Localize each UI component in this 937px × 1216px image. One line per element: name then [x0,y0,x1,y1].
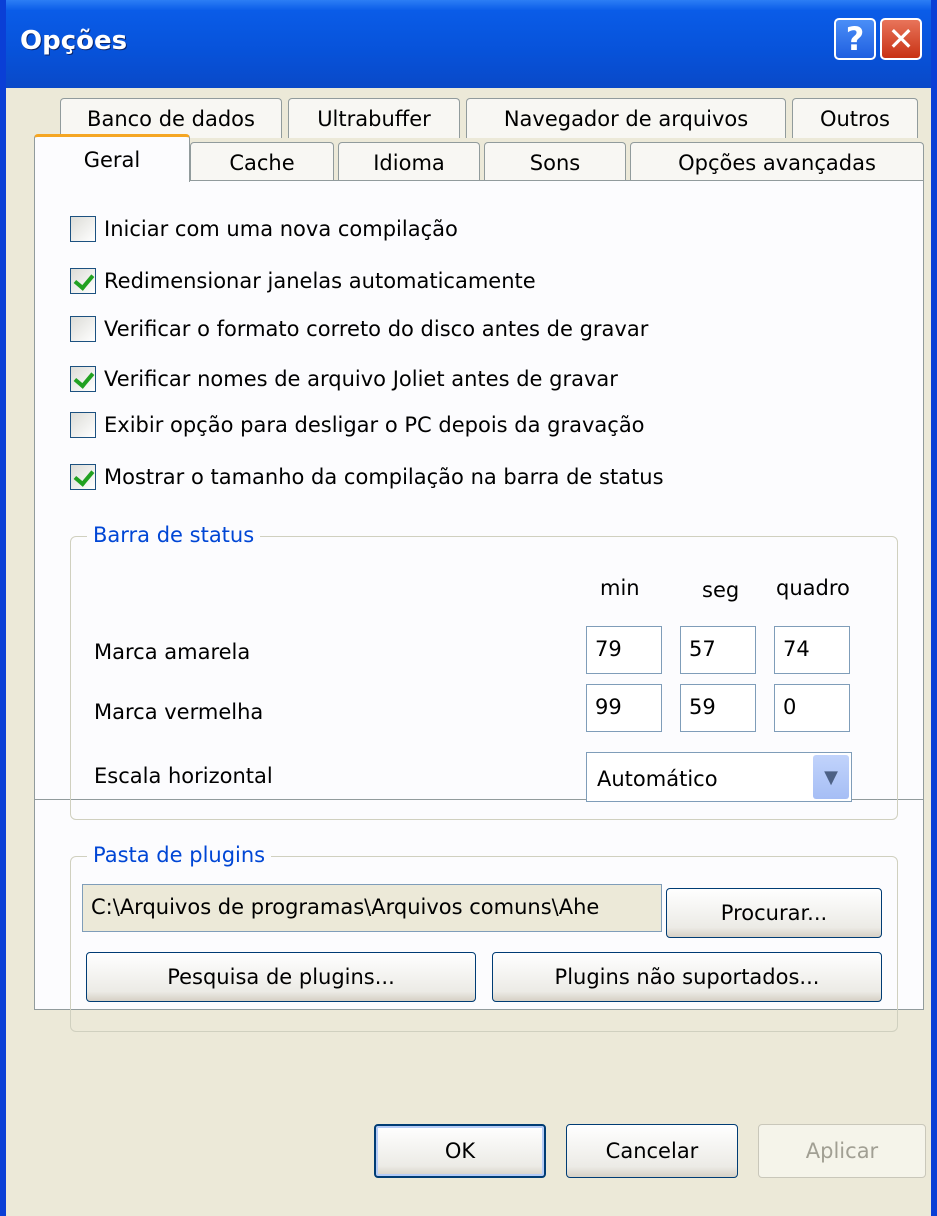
tab-navegador-de-arquivos[interactable]: Navegador de arquivos [466,98,786,138]
option-auto-resize[interactable]: Redimensionar janelas automaticamente [70,268,536,294]
checkbox[interactable] [70,216,96,242]
red-mark-label: Marca vermelha [94,700,264,724]
options-dialog: Opções ? ✕ Banco de dados Ultrabuffer Na… [0,0,937,1216]
ok-button[interactable]: OK [374,1124,546,1178]
horizontal-scale-select[interactable]: Automático ▼ [586,752,852,802]
help-button[interactable]: ? [834,18,876,60]
option-label: Mostrar o tamanho da compilação na barra… [104,465,664,489]
option-shutdown-after[interactable]: Exibir opção para desligar o PC depois d… [70,412,645,438]
tab-cache[interactable]: Cache [190,142,334,182]
option-show-size[interactable]: Mostrar o tamanho da compilação na barra… [70,464,664,490]
red-seg-input[interactable]: 59 [680,684,756,732]
option-verify-disc-format[interactable]: Verificar o formato correto do disco ant… [70,316,648,342]
column-seg: seg [702,578,740,602]
tab-geral[interactable]: Geral [34,134,190,182]
tab-opcoes-avancadas[interactable]: Opções avançadas [630,142,924,182]
tab-banco-de-dados[interactable]: Banco de dados [60,98,282,138]
column-min: min [600,576,640,600]
red-quadro-input[interactable]: 0 [774,684,850,732]
checkbox-checked[interactable] [70,366,96,392]
tab-ultrabuffer[interactable]: Ultrabuffer [288,98,460,138]
browse-button[interactable]: Procurar... [666,888,882,938]
selected-value: Automático [597,767,718,791]
plugins-path-field[interactable]: C:\Arquivos de programas\Arquivos comuns… [82,884,662,932]
unsupported-plugins-button[interactable]: Plugins não suportados... [492,952,882,1002]
group-title: Barra de status [87,523,261,547]
red-min-input[interactable]: 99 [586,684,662,732]
apply-button[interactable]: Aplicar [758,1124,926,1178]
horizontal-scale-label: Escala horizontal [94,764,273,788]
group-title: Pasta de plugins [87,843,272,867]
option-label: Exibir opção para desligar o PC depois d… [104,413,645,437]
help-icon: ? [845,20,865,58]
close-icon: ✕ [887,20,915,58]
checkbox-checked[interactable] [70,268,96,294]
tab-outros[interactable]: Outros [792,98,918,138]
option-verify-joliet[interactable]: Verificar nomes de arquivo Joliet antes … [70,366,618,392]
checkbox[interactable] [70,316,96,342]
close-button[interactable]: ✕ [880,18,922,60]
yellow-min-input[interactable]: 79 [586,626,662,674]
yellow-quadro-input[interactable]: 74 [774,626,850,674]
tab-sons[interactable]: Sons [484,142,626,182]
window-title: Opções [20,26,128,56]
chevron-down-icon[interactable]: ▼ [813,755,849,799]
checkbox[interactable] [70,412,96,438]
plugins-folder-group: Pasta de plugins [70,843,898,1032]
yellow-seg-input[interactable]: 57 [680,626,756,674]
column-quadro: quadro [776,576,850,600]
tab-idioma[interactable]: Idioma [338,142,480,182]
option-label: Iniciar com uma nova compilação [104,217,458,241]
yellow-mark-label: Marca amarela [94,640,251,664]
option-label: Verificar nomes de arquivo Joliet antes … [104,367,618,391]
title-bar[interactable]: Opções ? ✕ [6,0,931,88]
option-label: Redimensionar janelas automaticamente [104,269,536,293]
checkbox-checked[interactable] [70,464,96,490]
cancel-button[interactable]: Cancelar [566,1124,738,1178]
search-plugins-button[interactable]: Pesquisa de plugins... [86,952,476,1002]
option-label: Verificar o formato correto do disco ant… [104,317,649,341]
option-new-compilation[interactable]: Iniciar com uma nova compilação [70,216,458,242]
